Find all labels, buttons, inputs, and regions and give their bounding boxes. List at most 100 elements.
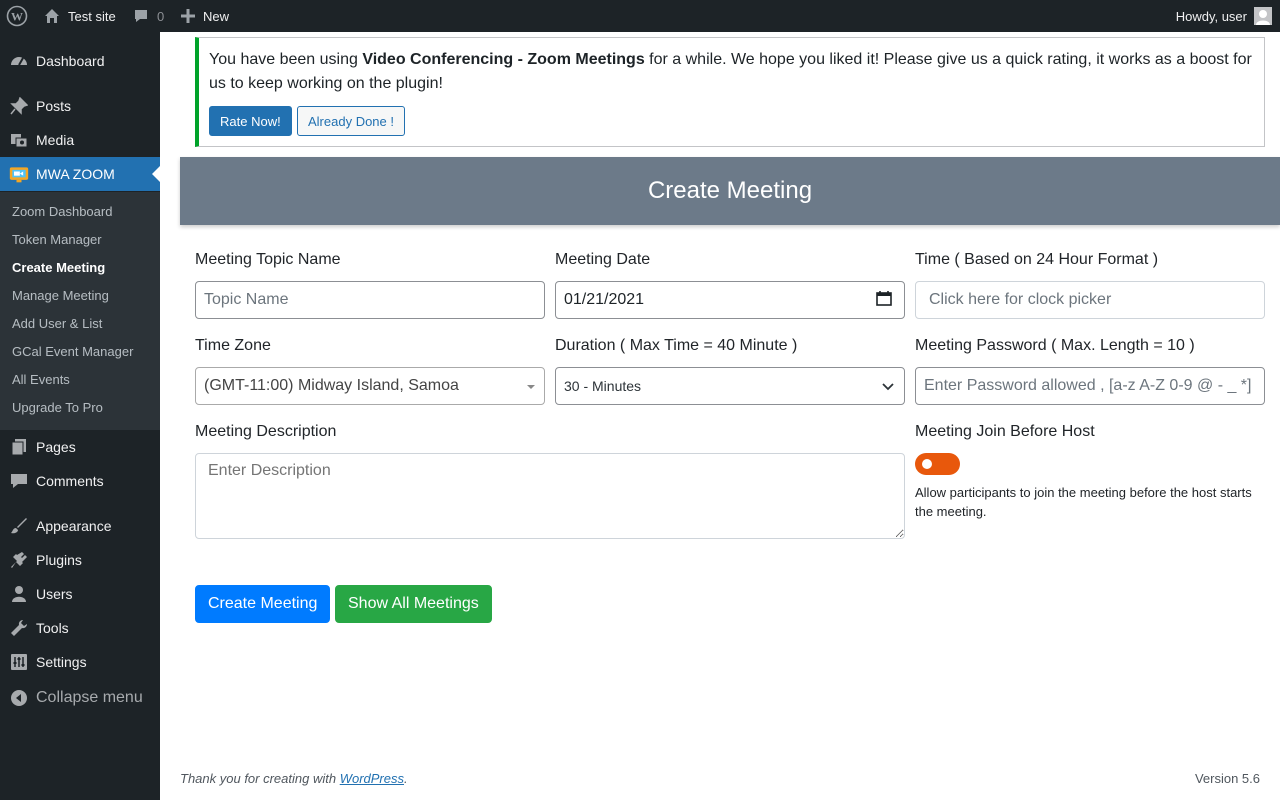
collapse-menu-button[interactable]: Collapse menu bbox=[0, 681, 160, 715]
paintbrush-icon bbox=[9, 516, 29, 536]
comments-count: 0 bbox=[157, 8, 165, 24]
new-content-link[interactable]: New bbox=[181, 0, 229, 32]
join-before-host-toggle[interactable] bbox=[915, 453, 960, 475]
menu-label: Users bbox=[36, 586, 73, 602]
admin-sidebar: Dashboard Posts Media MWA ZOOM Zoom Dash… bbox=[0, 32, 160, 800]
menu-label: Posts bbox=[36, 98, 72, 114]
calendar-icon[interactable] bbox=[876, 290, 892, 311]
greeting: Howdy, user bbox=[1175, 8, 1247, 24]
topic-label: Meeting Topic Name bbox=[195, 251, 341, 268]
footer-thanks: Thank you for creating with WordPress. bbox=[180, 771, 408, 786]
menu-item-tools[interactable]: Tools bbox=[0, 611, 160, 645]
comments-link[interactable]: 0 bbox=[133, 0, 164, 32]
footer-thanks-prefix: Thank you for creating with bbox=[180, 771, 340, 786]
timezone-select[interactable]: (GMT-11:00) Midway Island, Samoa bbox=[195, 367, 545, 405]
chevron-down-icon bbox=[882, 378, 894, 394]
menu-item-mwa-zoom[interactable]: MWA ZOOM bbox=[0, 157, 160, 191]
join-before-host-label: Meeting Join Before Host bbox=[915, 423, 1095, 440]
topic-placeholder: Topic Name bbox=[204, 291, 289, 308]
page-title: Create Meeting bbox=[180, 157, 1280, 225]
footer-thanks-suffix: . bbox=[404, 771, 408, 786]
submenu-item-add-user[interactable]: Add User & List bbox=[12, 316, 102, 331]
dropdown-arrow-icon bbox=[526, 377, 536, 395]
site-name: Test site bbox=[68, 8, 116, 24]
menu-item-comments[interactable]: Comments bbox=[0, 464, 160, 498]
already-done-button[interactable]: Already Done ! bbox=[297, 106, 405, 136]
comment-icon bbox=[133, 8, 149, 24]
pin-icon bbox=[9, 96, 29, 116]
date-value: 01/21/2021 bbox=[564, 291, 645, 308]
footer-version: Version 5.6 bbox=[1194, 771, 1260, 786]
menu-label: Appearance bbox=[36, 518, 112, 534]
password-placeholder: Enter Password allowed , [a-z A-Z 0-9 @ … bbox=[924, 377, 1252, 394]
comment-icon bbox=[9, 471, 29, 491]
wordpress-link[interactable]: WordPress bbox=[340, 771, 404, 786]
menu-label: Media bbox=[36, 132, 75, 148]
avatar bbox=[1254, 7, 1272, 25]
menu-item-settings[interactable]: Settings bbox=[0, 645, 160, 679]
submenu-item-token-manager[interactable]: Token Manager bbox=[12, 232, 102, 247]
settings-icon bbox=[9, 652, 29, 672]
account-menu[interactable]: Howdy, user bbox=[1176, 0, 1272, 32]
menu-item-posts[interactable]: Posts bbox=[0, 89, 160, 123]
menu-label: Pages bbox=[36, 439, 76, 455]
description-textarea[interactable] bbox=[195, 453, 905, 539]
menu-item-media[interactable]: Media bbox=[0, 123, 160, 157]
menu-label: Settings bbox=[36, 654, 87, 670]
duration-value: 30 - Minutes bbox=[564, 378, 642, 394]
svg-text:W: W bbox=[11, 10, 23, 24]
rating-notice: You have been using Video Conferencing -… bbox=[195, 37, 1265, 147]
submenu-item-upgrade-to-pro[interactable]: Upgrade To Pro bbox=[12, 400, 103, 415]
time-input[interactable]: Click here for clock picker bbox=[915, 281, 1265, 319]
notice-plugin-name: Video Conferencing - Zoom Meetings bbox=[362, 51, 645, 68]
show-all-meetings-button[interactable]: Show All Meetings bbox=[335, 585, 492, 623]
submenu-item-gcal-event-manager[interactable]: GCal Event Manager bbox=[12, 344, 133, 359]
video-camera-icon bbox=[9, 164, 29, 184]
timezone-value: (GMT-11:00) Midway Island, Samoa bbox=[204, 377, 459, 394]
duration-label: Duration ( Max Time = 40 Minute ) bbox=[555, 337, 798, 354]
home-icon bbox=[44, 8, 60, 24]
topic-input[interactable]: Topic Name bbox=[195, 281, 545, 319]
site-link[interactable]: Test site bbox=[44, 0, 116, 32]
wordpress-logo-icon[interactable]: W bbox=[6, 0, 28, 32]
admin-bar: W Test site 0 New Howdy, user bbox=[0, 0, 1280, 32]
menu-label: MWA ZOOM bbox=[36, 166, 115, 182]
time-placeholder: Click here for clock picker bbox=[929, 291, 1112, 308]
description-label: Meeting Description bbox=[195, 423, 337, 440]
password-label: Meeting Password ( Max. Length = 10 ) bbox=[915, 337, 1195, 354]
collapse-label: Collapse menu bbox=[36, 689, 143, 706]
media-icon bbox=[9, 130, 29, 150]
menu-label: Tools bbox=[36, 620, 69, 636]
plus-icon bbox=[181, 9, 195, 23]
date-input[interactable]: 01/21/2021 bbox=[555, 281, 905, 319]
time-label: Time ( Based on 24 Hour Format ) bbox=[915, 251, 1159, 268]
password-input[interactable]: Enter Password allowed , [a-z A-Z 0-9 @ … bbox=[915, 367, 1265, 405]
plug-icon bbox=[9, 550, 29, 570]
wrench-icon bbox=[9, 618, 29, 638]
timezone-label: Time Zone bbox=[195, 337, 271, 354]
menu-item-users[interactable]: Users bbox=[0, 577, 160, 611]
menu-item-appearance[interactable]: Appearance bbox=[0, 509, 160, 543]
submenu-item-zoom-dashboard[interactable]: Zoom Dashboard bbox=[12, 204, 112, 219]
duration-select[interactable]: 30 - Minutes bbox=[555, 367, 905, 405]
notice-text-before: You have been using bbox=[209, 51, 363, 68]
rate-now-button[interactable]: Rate Now! bbox=[209, 106, 292, 136]
join-before-host-help: Allow participants to join the meeting b… bbox=[915, 485, 1252, 519]
user-icon bbox=[9, 584, 29, 604]
new-label: New bbox=[203, 8, 230, 24]
submenu-item-all-events[interactable]: All Events bbox=[12, 372, 70, 387]
menu-item-plugins[interactable]: Plugins bbox=[0, 543, 160, 577]
date-label: Meeting Date bbox=[555, 251, 651, 268]
menu-label: Dashboard bbox=[36, 53, 105, 69]
menu-label: Plugins bbox=[36, 552, 82, 568]
pages-icon bbox=[9, 437, 29, 457]
menu-item-pages[interactable]: Pages bbox=[0, 430, 160, 464]
notice-text: You have been using Video Conferencing -… bbox=[209, 48, 1259, 96]
create-meeting-button[interactable]: Create Meeting bbox=[195, 585, 331, 623]
dashboard-icon bbox=[9, 51, 29, 71]
submenu-item-create-meeting[interactable]: Create Meeting bbox=[12, 260, 105, 275]
submenu-item-manage-meeting[interactable]: Manage Meeting bbox=[12, 288, 109, 303]
zoom-submenu: Zoom Dashboard Token Manager Create Meet… bbox=[0, 192, 160, 430]
collapse-arrow-icon bbox=[9, 688, 29, 708]
menu-item-dashboard[interactable]: Dashboard bbox=[0, 44, 160, 78]
